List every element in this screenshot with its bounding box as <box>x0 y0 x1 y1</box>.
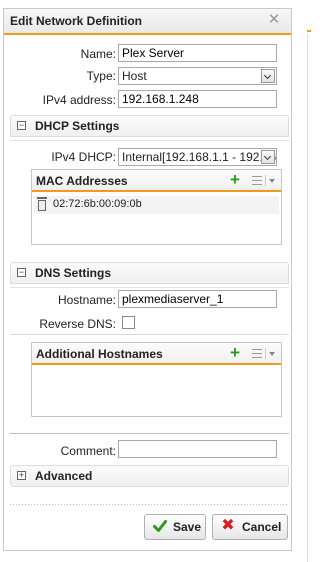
ipv4-dhcp-value: Internal[192.168.1.1 - 192.168.1.254] <box>122 150 276 164</box>
background-divider <box>307 34 308 562</box>
expand-icon[interactable]: + <box>17 471 26 480</box>
name-label: Name: <box>80 47 116 61</box>
save-button[interactable]: Save <box>144 514 206 540</box>
ipv4-input[interactable] <box>118 90 277 108</box>
x-icon: ✖ <box>221 517 235 534</box>
chevron-down-icon <box>261 69 275 83</box>
collapse-icon[interactable]: − <box>17 121 26 130</box>
type-select-value: Host <box>122 69 147 83</box>
hostname-label: Hostname: <box>57 293 116 307</box>
save-label: Save <box>173 520 202 534</box>
dhcp-section-title: DHCP Settings <box>35 119 120 133</box>
cancel-button[interactable]: ✖ Cancel <box>212 514 288 540</box>
ipv4-dhcp-select[interactable]: Internal[192.168.1.1 - 192.168.1.254] <box>118 148 277 166</box>
comment-input[interactable] <box>118 440 277 458</box>
collapse-icon[interactable]: − <box>17 268 26 277</box>
dhcp-section-line <box>10 140 289 141</box>
reverse-dns-label: Reverse DNS: <box>39 317 116 331</box>
dialog-titlebar: Edit Network Definition ✕ <box>4 9 291 35</box>
footer-divider <box>10 504 289 505</box>
hostname-input[interactable] <box>118 290 277 308</box>
dns-inner-divider <box>10 334 289 335</box>
comment-label: Comment: <box>60 444 116 458</box>
mac-address: 02:72:6b:00:09:0b <box>53 198 142 210</box>
comment-divider <box>10 433 289 434</box>
dialog-title: Edit Network Definition <box>10 14 142 28</box>
mac-grid-header: MAC Addresses + <box>32 170 281 192</box>
cancel-label: Cancel <box>242 520 282 534</box>
add-icon[interactable]: + <box>228 171 242 188</box>
name-input[interactable] <box>118 44 277 62</box>
advanced-section-header[interactable]: + Advanced <box>10 465 289 487</box>
list-menu-icon[interactable] <box>252 348 276 360</box>
trash-icon[interactable] <box>37 197 47 211</box>
type-select[interactable]: Host <box>118 67 277 85</box>
additional-hostnames-grid: Additional Hostnames + <box>31 342 282 417</box>
close-icon[interactable]: ✕ <box>267 12 281 28</box>
reverse-dns-checkbox[interactable] <box>122 316 135 329</box>
type-label: Type: <box>86 69 116 83</box>
mac-addresses-grid: MAC Addresses + 02:72:6b:00:09:0b <box>31 169 282 245</box>
background-panel <box>293 0 311 562</box>
dns-section-line <box>10 287 289 288</box>
chevron-down-icon <box>261 150 275 164</box>
background-accent <box>307 30 311 32</box>
mac-grid-title: MAC Addresses <box>36 174 128 188</box>
edit-network-dialog: Edit Network Definition ✕ Name: Type: Ho… <box>3 8 292 551</box>
check-icon <box>153 520 167 532</box>
advanced-section-title: Advanced <box>35 469 93 483</box>
dns-section-header[interactable]: − DNS Settings <box>10 262 289 284</box>
dhcp-section-header[interactable]: − DHCP Settings <box>10 115 289 137</box>
ipv4-dhcp-label: IPv4 DHCP: <box>51 150 116 164</box>
ipv4-label: IPv4 address: <box>42 93 116 107</box>
additional-grid-header: Additional Hostnames + <box>32 343 281 365</box>
dns-section-title: DNS Settings <box>35 266 112 280</box>
list-menu-icon[interactable] <box>252 175 276 187</box>
add-icon[interactable]: + <box>228 344 242 361</box>
mac-row[interactable]: 02:72:6b:00:09:0b <box>34 196 279 214</box>
additional-grid-title: Additional Hostnames <box>36 347 163 361</box>
